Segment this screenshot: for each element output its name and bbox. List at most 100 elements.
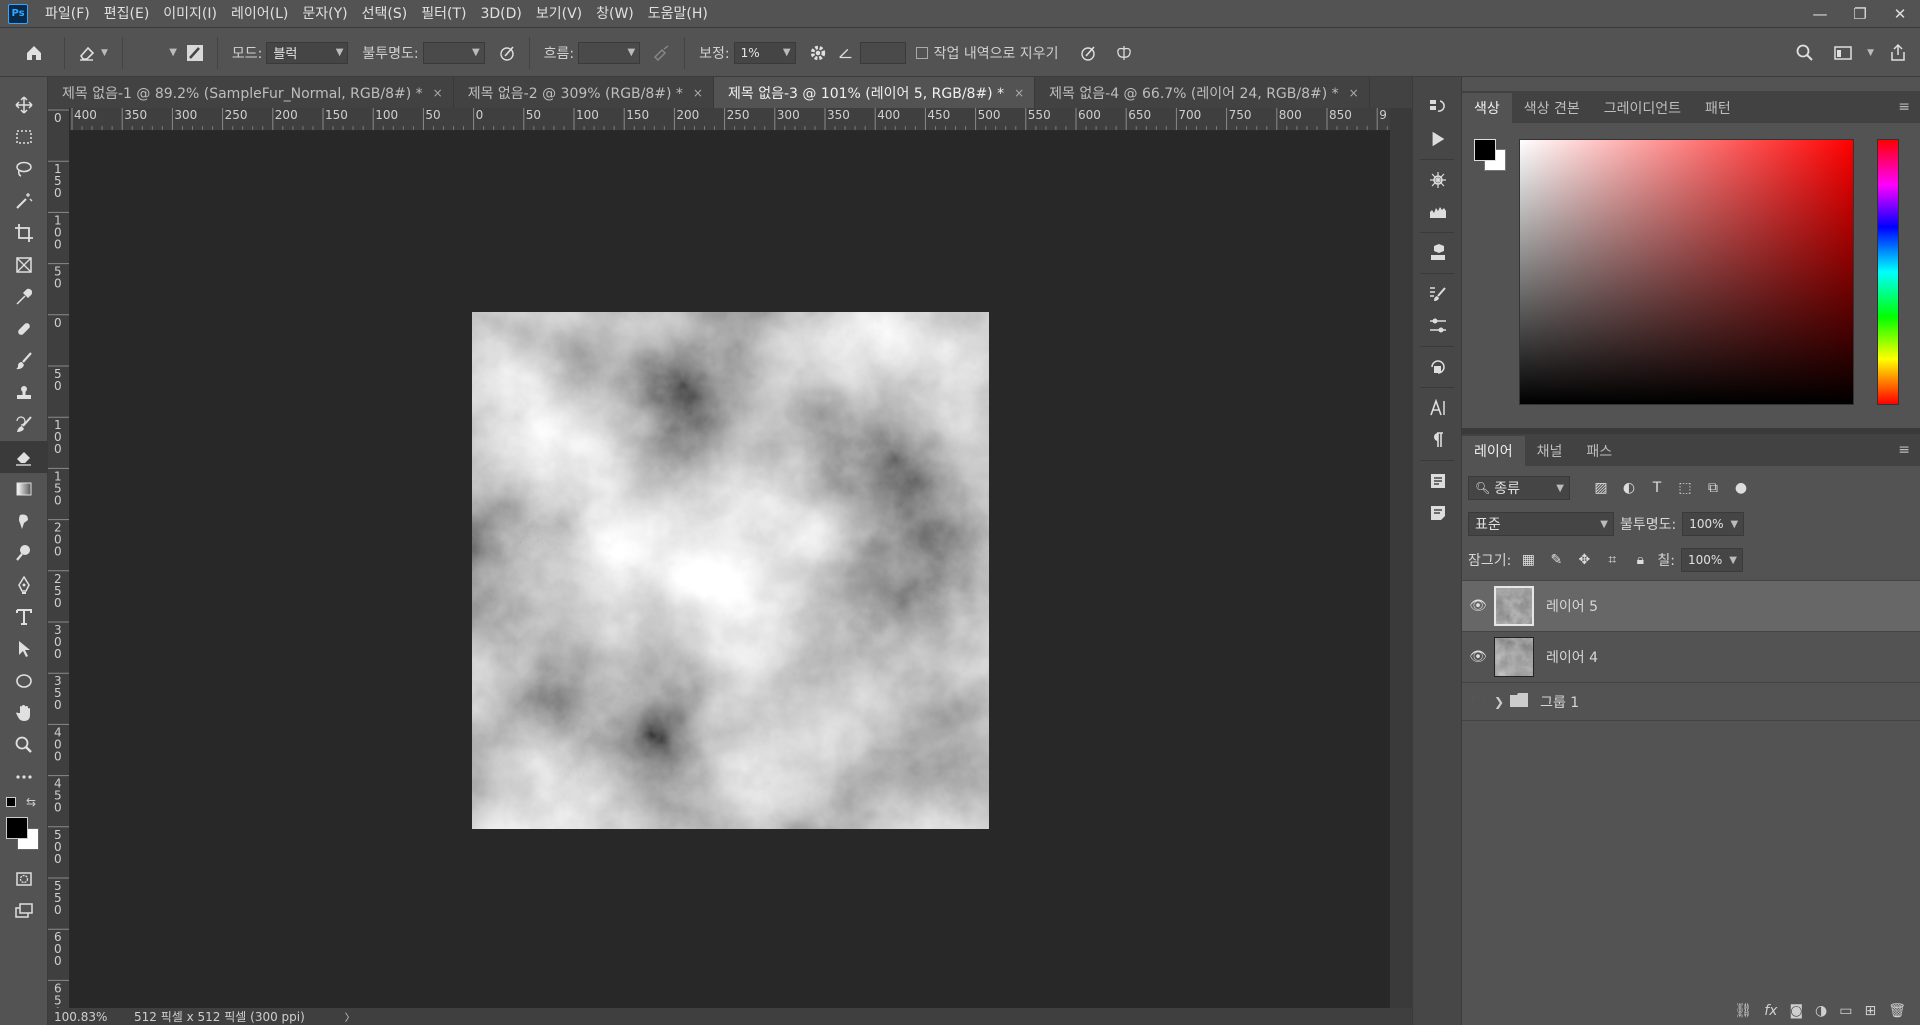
actions-play-icon[interactable] [1413, 123, 1463, 155]
visibility-eye-icon[interactable]: 👁︎ [1462, 649, 1494, 665]
erase-history-checkbox[interactable] [915, 46, 928, 59]
type-icon[interactable] [0, 601, 48, 633]
new-layer-icon[interactable]: ⊞ [1864, 1003, 1876, 1019]
layer-name[interactable]: 레이어 4 [1546, 647, 1598, 667]
menu-help[interactable]: 도움말(H) [641, 0, 715, 28]
character-icon[interactable] [1413, 392, 1463, 424]
angle-field[interactable] [859, 41, 906, 64]
magic-wand-icon[interactable] [0, 185, 48, 217]
workspace-icon[interactable] [1829, 39, 1857, 67]
paragraph-icon[interactable] [1413, 424, 1463, 456]
marquee-icon[interactable] [0, 121, 48, 153]
filter-type-icon[interactable]: T [1646, 477, 1668, 499]
doc-tab-3[interactable]: 제목 없음-3 @ 101% (레이어 5, RGB/8#) * × [713, 77, 1036, 108]
eyedropper-icon[interactable] [0, 281, 48, 313]
menu-type[interactable]: 문자(Y) [295, 0, 354, 28]
brush-settings-icon[interactable] [181, 39, 209, 67]
eraser-icon[interactable] [0, 441, 48, 473]
close-tab-icon[interactable]: × [693, 86, 703, 100]
menu-3d[interactable]: 3D(D) [473, 0, 528, 28]
group-name[interactable]: 그룹 1 [1540, 692, 1579, 712]
canvas-area[interactable] [70, 131, 1390, 1008]
lock-artboard-icon[interactable]: ⌗ [1601, 549, 1623, 571]
menu-window[interactable]: 창(W) [589, 0, 641, 28]
filter-smart-object-icon[interactable]: ⧉ [1702, 477, 1724, 499]
tab-gradients[interactable]: 그레이디언트 [1592, 93, 1693, 123]
lock-transparent-icon[interactable]: ▦ [1517, 549, 1539, 571]
frame-icon[interactable] [0, 249, 48, 281]
status-menu-icon[interactable]: 〉 [345, 1009, 355, 1024]
tab-swatches[interactable]: 색상 견본 [1512, 93, 1592, 123]
ellipse-icon[interactable] [0, 665, 48, 697]
chevron-down-icon[interactable]: ▼ [101, 48, 108, 58]
opacity-field[interactable]: ▼ [422, 41, 485, 64]
brush-settings-icon[interactable] [1413, 278, 1463, 310]
healing-brush-icon[interactable] [0, 313, 48, 345]
layer-opacity-field[interactable]: 100% ▼ [1682, 512, 1745, 536]
filter-shape-icon[interactable]: ⬚ [1674, 477, 1696, 499]
foreground-color-swatch[interactable] [1474, 139, 1496, 161]
chevron-down-icon[interactable]: ▼ [1867, 48, 1874, 58]
lock-position-icon[interactable]: ✥ [1573, 549, 1595, 571]
adjustment-layer-icon[interactable]: ◑ [1815, 1003, 1827, 1019]
lock-all-icon[interactable]: 🔒︎ [1629, 549, 1651, 571]
canvas-scrollbar[interactable] [1390, 108, 1412, 1008]
document-canvas[interactable] [472, 312, 989, 829]
airbrush-icon[interactable] [648, 39, 676, 67]
pen-icon[interactable] [0, 569, 48, 601]
flow-field[interactable]: ▼ [578, 41, 641, 64]
layer-row[interactable]: 👁︎ 레이어 4 [1462, 632, 1920, 683]
layer-group-row[interactable]: ❯ 그룹 1 [1462, 683, 1920, 721]
hue-slider[interactable] [1877, 139, 1899, 405]
default-colors-icon[interactable] [6, 797, 16, 807]
history-icon[interactable] [1413, 91, 1463, 123]
menu-select[interactable]: 선택(S) [355, 0, 415, 28]
more-tools-icon[interactable] [0, 761, 48, 793]
close-tab-icon[interactable]: × [1014, 86, 1024, 100]
doc-tab-2[interactable]: 제목 없음-2 @ 309% (RGB/8#) * × [453, 77, 714, 108]
close-tab-icon[interactable]: × [433, 86, 443, 100]
filter-pixel-icon[interactable]: ▨ [1590, 477, 1612, 499]
pressure-size-icon[interactable] [1074, 39, 1102, 67]
zoom-level[interactable]: 100.83% [54, 1010, 124, 1024]
menu-filter[interactable]: 필터(T) [414, 0, 473, 28]
visibility-eye-icon[interactable]: 👁︎ [1462, 598, 1494, 614]
move-icon[interactable] [0, 89, 48, 121]
swap-colors-icon[interactable]: ⇆ [26, 795, 36, 809]
layer-filter-select[interactable]: 🔍︎ 종류 ▼ [1468, 476, 1570, 500]
doc-tab-4[interactable]: 제목 없음-4 @ 66.7% (레이어 24, RGB/8#) * × [1035, 77, 1370, 108]
notes-icon[interactable] [1413, 497, 1463, 529]
vertical-ruler[interactable]: 0150100500501001502002503003504004505005… [48, 108, 70, 1008]
smoothing-gear-icon[interactable] [804, 39, 832, 67]
home-icon[interactable] [20, 39, 48, 67]
clone-stamp-icon[interactable] [0, 377, 48, 409]
color-picker-field[interactable] [1519, 139, 1854, 405]
pressure-opacity-icon[interactable] [493, 39, 521, 67]
tab-patterns[interactable]: 패턴 [1693, 93, 1743, 123]
chevron-right-icon[interactable]: ❯ [1494, 695, 1504, 709]
tool-presets-icon[interactable] [1413, 310, 1463, 342]
hand-icon[interactable] [0, 697, 48, 729]
blend-mode-select[interactable]: 표준 ▼ [1468, 512, 1614, 536]
history-brush-icon[interactable] [0, 409, 48, 441]
menu-edit[interactable]: 편집(E) [97, 0, 157, 28]
filter-toggle-icon[interactable]: ● [1730, 477, 1752, 499]
layer-row[interactable]: 👁︎ 레이어 5 [1462, 581, 1920, 632]
quick-mask-icon[interactable] [0, 863, 48, 895]
menu-view[interactable]: 보기(V) [529, 0, 589, 28]
tab-color[interactable]: 색상 [1462, 93, 1512, 123]
add-mask-icon[interactable]: ◙ [1789, 1003, 1803, 1019]
layer-style-icon[interactable]: fx [1764, 1003, 1777, 1019]
lock-pixels-icon[interactable]: ✎ [1545, 549, 1567, 571]
filter-adjustment-icon[interactable]: ◐ [1618, 477, 1640, 499]
layer-name[interactable]: 레이어 5 [1546, 596, 1598, 616]
eraser-preset-icon[interactable] [73, 39, 101, 67]
link-layers-icon[interactable]: ⛓︎ [1734, 1003, 1752, 1019]
menu-file[interactable]: 파일(F) [38, 0, 97, 28]
crop-icon[interactable] [0, 217, 48, 249]
symmetry-icon[interactable] [1110, 39, 1138, 67]
lasso-icon[interactable] [0, 153, 48, 185]
panel-menu-icon[interactable]: ≡ [1888, 99, 1920, 115]
tab-layers[interactable]: 레이어 [1462, 436, 1525, 466]
screen-mode-icon[interactable] [0, 895, 48, 927]
